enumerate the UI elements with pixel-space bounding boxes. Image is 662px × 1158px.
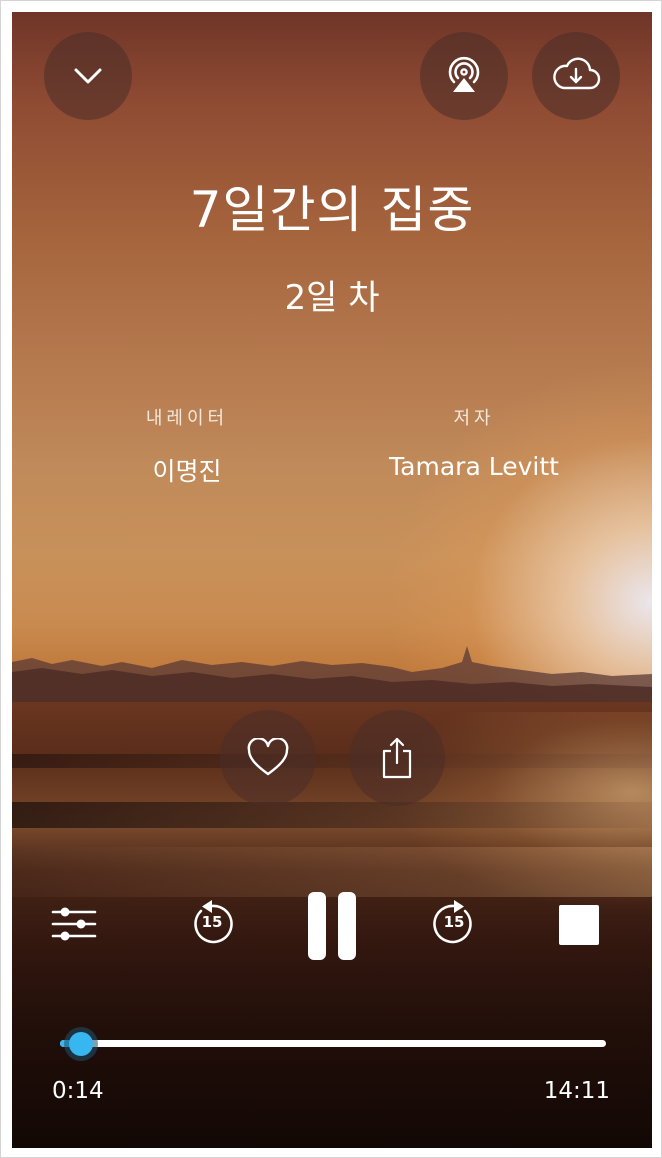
total-duration: 14:11 <box>543 1078 610 1104</box>
pause-button[interactable] <box>300 888 364 964</box>
airplay-button[interactable] <box>420 32 508 120</box>
narrator-name: 이명진 <box>152 457 222 486</box>
share-icon <box>382 737 412 779</box>
stop-button[interactable] <box>556 902 602 948</box>
favorite-button[interactable] <box>220 710 316 806</box>
rewind-seconds: 15 <box>201 913 223 931</box>
author-label: 저자 <box>453 408 495 429</box>
download-button[interactable] <box>532 32 620 120</box>
airplay-icon <box>448 56 480 92</box>
stop-icon <box>559 905 599 945</box>
pause-icon <box>308 892 356 960</box>
session-day: 2일 차 <box>284 278 380 318</box>
wave <box>12 754 652 768</box>
session-title: 7일간의 집중 <box>189 181 475 239</box>
cloud-download-icon <box>553 57 601 90</box>
heart-icon <box>247 738 289 776</box>
chevron-down-icon <box>74 68 102 84</box>
forward-seconds: 15 <box>443 913 465 931</box>
narrator-label: 내레이터 <box>145 408 229 429</box>
rewind-15-button[interactable]: 15 <box>184 896 240 952</box>
elapsed-time: 0:14 <box>52 1078 104 1104</box>
share-button[interactable] <box>349 710 445 806</box>
player-screen: 7일간의 집중 2일 차 내레이터 이명진 저자 Tamara Levitt 1… <box>12 12 652 1148</box>
device-frame: 7일간의 집중 2일 차 내레이터 이명진 저자 Tamara Levitt 1… <box>0 0 662 1158</box>
progress-thumb[interactable] <box>69 1032 93 1056</box>
progress-bar[interactable] <box>60 1032 606 1056</box>
author-name: Tamara Levitt <box>389 452 559 481</box>
settings-button[interactable] <box>48 900 100 948</box>
collapse-button[interactable] <box>44 32 132 120</box>
sliders-icon <box>51 907 97 941</box>
wave <box>12 802 652 828</box>
forward-15-button[interactable]: 15 <box>426 896 482 952</box>
